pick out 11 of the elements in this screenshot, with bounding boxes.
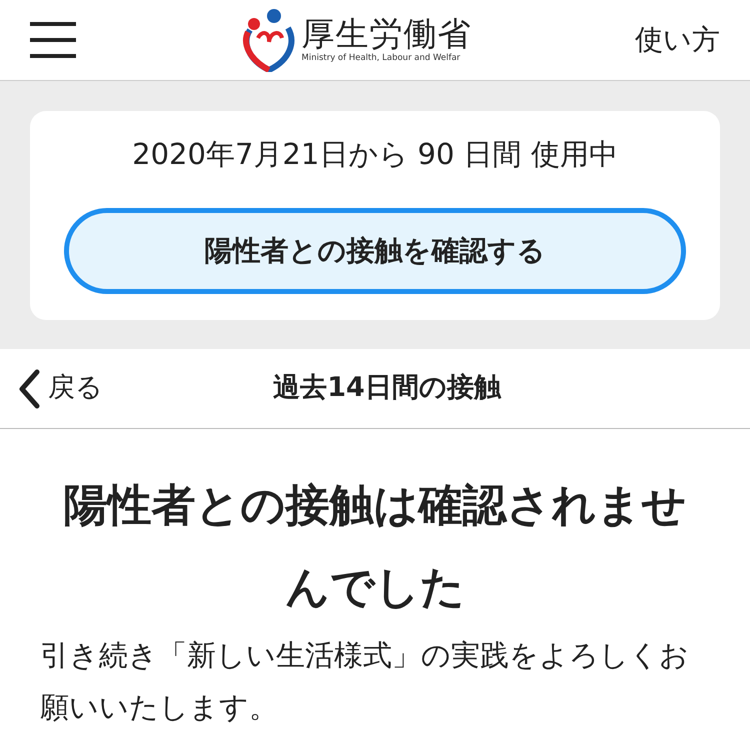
back-chevron-icon bbox=[18, 368, 40, 408]
back-button[interactable]: 戻る bbox=[18, 368, 103, 409]
check-contact-button[interactable]: 陽性者との接触を確認する bbox=[64, 208, 686, 294]
logo-title: 厚生労働省 bbox=[302, 17, 472, 50]
result-heading: 陽性者との接触は確認されませんでした bbox=[62, 479, 688, 615]
screen-title: 過去14日間の接触 bbox=[272, 371, 502, 406]
menu-icon[interactable] bbox=[30, 22, 76, 58]
result-message: 引き続き「新しい生活様式」の実践をよろしくお願いいたします。 bbox=[39, 637, 690, 726]
usage-text: 2020年7月21日から 90 日間 使用中 bbox=[132, 137, 618, 172]
logo-subtitle: Ministry of Health, Labour and Welfar bbox=[302, 54, 462, 63]
help-link[interactable]: 使い方 bbox=[635, 19, 720, 61]
